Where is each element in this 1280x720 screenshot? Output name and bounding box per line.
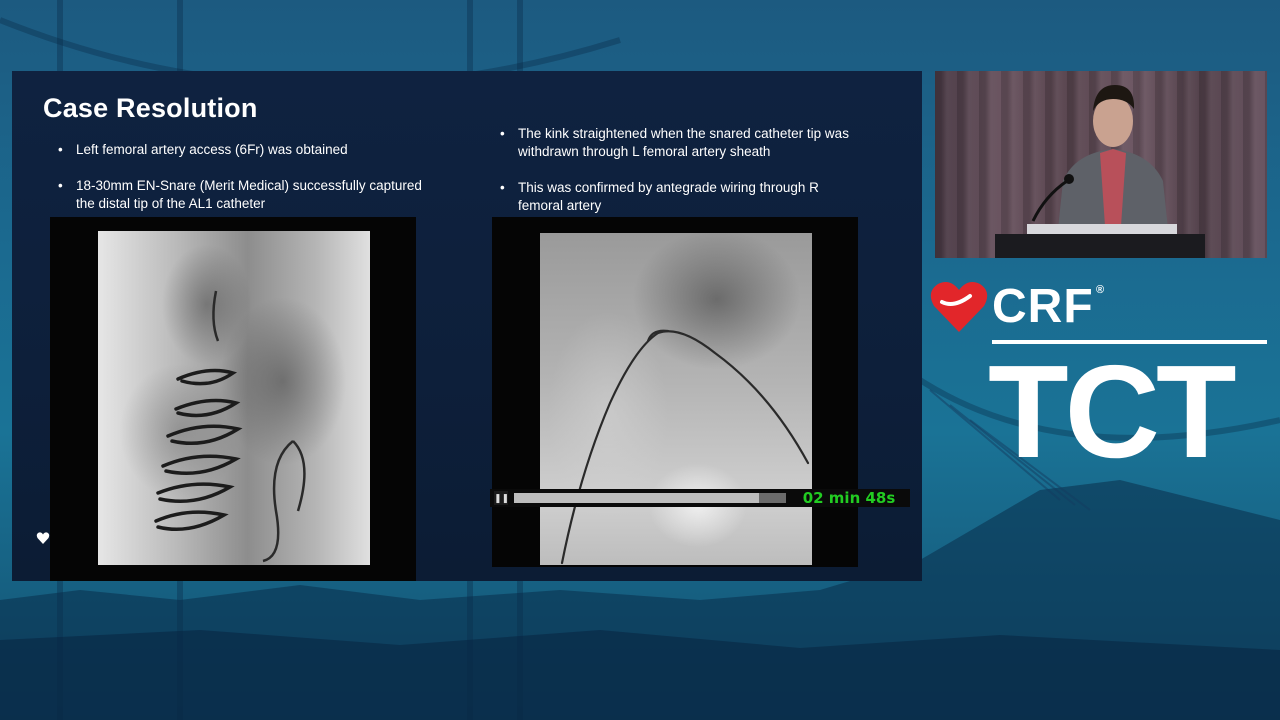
bullet-item: The kink straightened when the snared ca… [500,125,860,161]
bullet-item: 18-30mm EN-Snare (Merit Medical) success… [58,177,438,213]
fluoroscopy-video-right[interactable] [492,217,858,567]
registered-mark: ® [1096,284,1105,296]
crf-heart-icon [930,282,988,332]
crf-tct-logo: CRF ® TCT [930,276,1270,486]
fluoroscopy-video-frame [540,233,812,565]
fluoroscopy-still [98,231,370,565]
speaker-video-feed [935,71,1267,258]
slide-title: Case Resolution [43,93,258,123]
video-player-controls: ❚❚ 02 min 48s [490,489,910,507]
video-progress-fill [514,493,759,503]
pause-button[interactable]: ❚❚ [494,491,509,505]
catheter-drawing [560,329,810,565]
video-time-readout: 02 min 48s [802,489,896,507]
video-progress-bar[interactable] [514,493,786,503]
speaker-figure [995,85,1205,258]
tct-wordmark: TCT [988,338,1237,485]
fluoroscopy-image-left [50,217,416,581]
crf-wordmark: CRF [992,280,1094,333]
bullet-item: Left femoral artery access (6Fr) was obt… [58,141,438,159]
bullet-item: This was confirmed by antegrade wiring t… [500,179,860,215]
heart-logo-icon [36,532,50,544]
sternal-wires-drawing [154,290,306,563]
